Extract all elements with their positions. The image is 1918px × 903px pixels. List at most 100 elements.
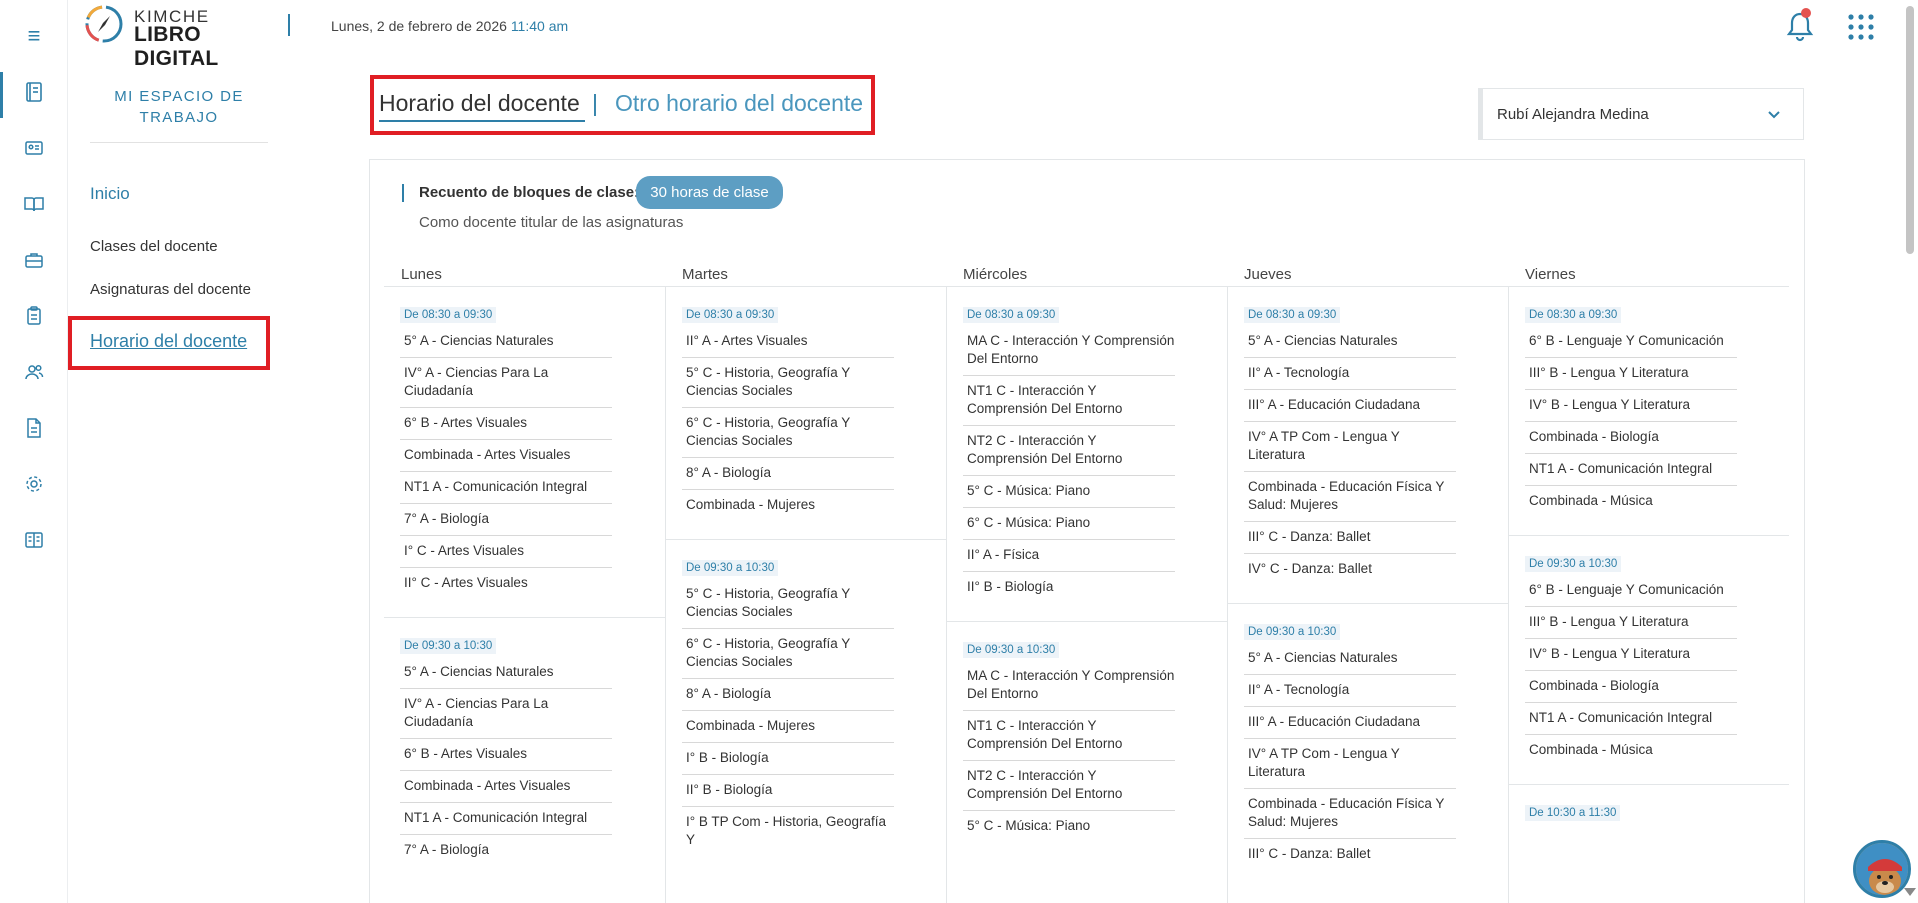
class-entry[interactable]: 5° C - Música: Piano: [963, 811, 1175, 842]
day-header: Lunes: [401, 266, 442, 283]
class-entry[interactable]: III° B - Lengua Y Literatura: [1525, 358, 1737, 390]
class-entry[interactable]: IV° C - Danza: Ballet: [1244, 554, 1456, 585]
class-entry[interactable]: III° B - Lengua Y Literatura: [1525, 607, 1737, 639]
time-block: De 08:30 a 09:30 6° B - Lenguaje Y Comuni…: [1509, 287, 1789, 536]
class-entry[interactable]: I° B TP Com - Historia, Geografía Y: [682, 807, 894, 856]
class-entry[interactable]: IV° A TP Com - Lengua Y Literatura: [1244, 422, 1456, 472]
active-tab-underline: [379, 120, 585, 122]
class-entry[interactable]: 6° C - Historia, Geografía Y Ciencias So…: [682, 629, 894, 679]
teacher-select-value: Rubí Alejandra Medina: [1497, 106, 1649, 123]
scroll-down-arrow[interactable]: [1904, 888, 1916, 896]
class-entry[interactable]: Combinada - Educación Física Y Salud: Mu…: [1244, 789, 1456, 839]
icon-rail: ≡: [0, 0, 68, 903]
class-entry[interactable]: 5° A - Ciencias Naturales: [400, 657, 612, 689]
class-entry[interactable]: II° A - Tecnología: [1244, 675, 1456, 707]
summary-label: Recuento de bloques de clase:: [419, 184, 640, 201]
teacher-select[interactable]: Rubí Alejandra Medina: [1478, 88, 1804, 140]
class-entry[interactable]: IV° A TP Com - Lengua Y Literatura: [1244, 739, 1456, 789]
class-entry[interactable]: Combinada - Artes Visuales: [400, 440, 612, 472]
class-entry[interactable]: II° A - Tecnología: [1244, 358, 1456, 390]
current-date: Lunes, 2 de febrero de 2026 11:40 am: [331, 18, 568, 34]
sidebar-item-clases[interactable]: Clases del docente: [90, 238, 218, 255]
gear-icon[interactable]: [22, 472, 46, 496]
class-entry[interactable]: 6° B - Artes Visuales: [400, 739, 612, 771]
class-entry[interactable]: IV° A - Ciencias Para La Ciudadanía: [400, 689, 612, 739]
scrollbar-thumb[interactable]: [1906, 6, 1914, 254]
class-entry[interactable]: III° C - Danza: Ballet: [1244, 839, 1456, 870]
class-entry[interactable]: NT1 A - Comunicación Integral: [400, 803, 612, 835]
book-icon[interactable]: [22, 528, 46, 552]
class-entry[interactable]: 7° A - Biología: [400, 835, 612, 866]
class-entry[interactable]: NT1 A - Comunicación Integral: [400, 472, 612, 504]
time-block: De 09:30 a 10:30 MA C - Interacción Y Com…: [947, 622, 1227, 860]
class-entry[interactable]: 6° C - Historia, Geografía Y Ciencias So…: [682, 408, 894, 458]
document-icon[interactable]: [22, 416, 46, 440]
class-entry[interactable]: 5° A - Ciencias Naturales: [1244, 326, 1456, 358]
avatar[interactable]: [1853, 840, 1911, 898]
users-icon[interactable]: [22, 360, 46, 384]
tab-horario-docente[interactable]: Horario del docente: [379, 90, 580, 117]
class-entry[interactable]: NT1 C - Interacción Y Comprensión Del En…: [963, 376, 1175, 426]
class-entry[interactable]: III° A - Educación Ciudadana: [1244, 390, 1456, 422]
class-entry[interactable]: 6° C - Música: Piano: [963, 508, 1175, 540]
sidebar-item-horario[interactable]: Horario del docente: [90, 331, 247, 352]
class-entry[interactable]: NT2 C - Interacción Y Comprensión Del En…: [963, 426, 1175, 476]
class-entry[interactable]: 6° B - Lenguaje Y Comunicación: [1525, 575, 1737, 607]
class-entry[interactable]: NT1 A - Comunicación Integral: [1525, 703, 1737, 735]
class-entry[interactable]: NT1 C - Interacción Y Comprensión Del En…: [963, 711, 1175, 761]
sidebar-item-asignaturas[interactable]: Asignaturas del docente: [90, 281, 251, 298]
sidebar-item-inicio[interactable]: Inicio: [90, 184, 130, 204]
class-entry[interactable]: Combinada - Educación Física Y Salud: Mu…: [1244, 472, 1456, 522]
class-entry[interactable]: 5° C - Música: Piano: [963, 476, 1175, 508]
class-entry[interactable]: MA C - Interacción Y Comprensión Del Ent…: [963, 661, 1175, 711]
class-entry[interactable]: 5° C - Historia, Geografía Y Ciencias So…: [682, 358, 894, 408]
book-open-icon[interactable]: [22, 192, 46, 216]
class-entry[interactable]: IV° B - Lengua Y Literatura: [1525, 390, 1737, 422]
chevron-down-icon: [1768, 111, 1780, 119]
class-entry[interactable]: IV° A - Ciencias Para La Ciudadanía: [400, 358, 612, 408]
class-entry[interactable]: I° B - Biología: [682, 743, 894, 775]
class-entry[interactable]: 5° A - Ciencias Naturales: [1244, 643, 1456, 675]
class-entry[interactable]: II° B - Biología: [682, 775, 894, 807]
day-header: Miércoles: [963, 266, 1028, 283]
time-badge: De 08:30 a 09:30: [1244, 307, 1341, 323]
apps-grid-icon[interactable]: [1848, 14, 1874, 40]
time-badge: De 10:30 a 11:30: [1525, 805, 1621, 821]
clipboard-icon[interactable]: [22, 304, 46, 328]
class-entry[interactable]: Combinada - Música: [1525, 486, 1737, 517]
time-block: De 08:30 a 09:30 II° A - Artes Visuales 5°…: [666, 287, 946, 540]
class-entry[interactable]: NT1 A - Comunicación Integral: [1525, 454, 1737, 486]
class-entry[interactable]: 6° B - Lenguaje Y Comunicación: [1525, 326, 1737, 358]
class-entry[interactable]: 5° A - Ciencias Naturales: [400, 326, 612, 358]
class-entry[interactable]: MA C - Interacción Y Comprensión Del Ent…: [963, 326, 1175, 376]
class-entry[interactable]: NT2 C - Interacción Y Comprensión Del En…: [963, 761, 1175, 811]
class-entry[interactable]: 6° B - Artes Visuales: [400, 408, 612, 440]
app-logo[interactable]: KIMCHE LIBRO DIGITAL: [84, 4, 284, 70]
class-entry[interactable]: Combinada - Mujeres: [682, 490, 894, 521]
class-entry[interactable]: I° C - Artes Visuales: [400, 536, 612, 568]
class-entry[interactable]: 8° A - Biología: [682, 679, 894, 711]
class-entry[interactable]: 7° A - Biología: [400, 504, 612, 536]
class-entry[interactable]: Combinada - Biología: [1525, 422, 1737, 454]
class-entry[interactable]: Combinada - Mujeres: [682, 711, 894, 743]
time-badge: De 08:30 a 09:30: [400, 307, 497, 323]
class-entry[interactable]: Combinada - Música: [1525, 735, 1737, 766]
class-entry[interactable]: Combinada - Biología: [1525, 671, 1737, 703]
class-entry[interactable]: Combinada - Artes Visuales: [400, 771, 612, 803]
id-card-icon[interactable]: [22, 136, 46, 160]
class-entry[interactable]: II° B - Biología: [963, 572, 1175, 603]
briefcase-icon[interactable]: [22, 248, 46, 272]
menu-icon[interactable]: ≡: [22, 25, 46, 47]
class-entry[interactable]: 5° C - Historia, Geografía Y Ciencias So…: [682, 579, 894, 629]
notebook-icon[interactable]: [22, 80, 46, 104]
class-entry[interactable]: II° A - Física: [963, 540, 1175, 572]
time-block: De 10:30 a 11:30: [1509, 785, 1789, 842]
day-column: De 08:30 a 09:30 II° A - Artes Visuales 5°…: [665, 287, 946, 903]
class-entry[interactable]: IV° B - Lengua Y Literatura: [1525, 639, 1737, 671]
tab-otro-horario[interactable]: Otro horario del docente: [615, 90, 863, 117]
class-entry[interactable]: III° A - Educación Ciudadana: [1244, 707, 1456, 739]
class-entry[interactable]: II° C - Artes Visuales: [400, 568, 612, 599]
class-entry[interactable]: III° C - Danza: Ballet: [1244, 522, 1456, 554]
class-entry[interactable]: 8° A - Biología: [682, 458, 894, 490]
class-entry[interactable]: II° A - Artes Visuales: [682, 326, 894, 358]
